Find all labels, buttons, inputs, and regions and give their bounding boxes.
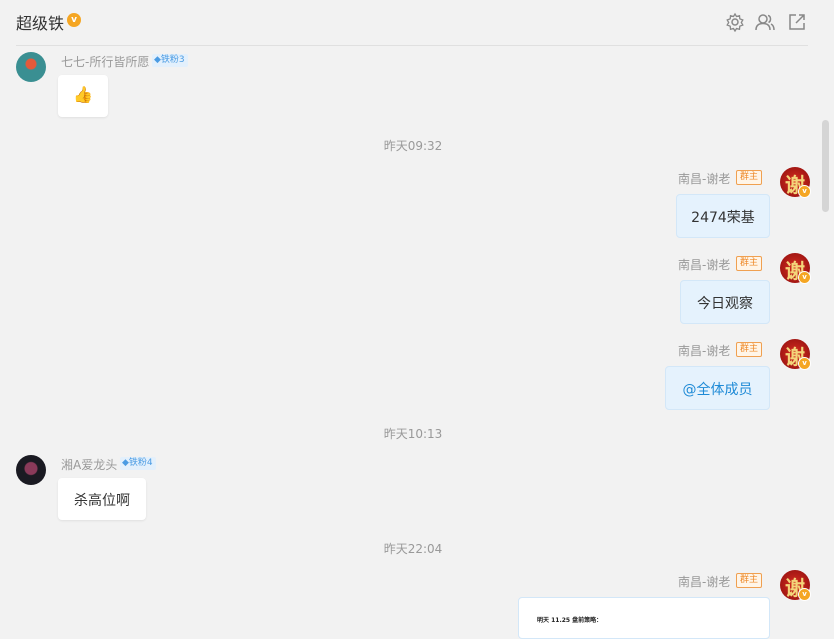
owner-tag: 群主 xyxy=(736,573,762,588)
sender-name[interactable]: 七七-所行皆所愿 xyxy=(61,53,149,70)
fan-level-label: 铁粉4 xyxy=(128,458,153,468)
message-bubble[interactable]: 今日观察 xyxy=(680,280,770,324)
owner-tag: 群主 xyxy=(736,256,762,271)
members-icon[interactable] xyxy=(754,12,776,32)
fan-level-label: 铁粉3 xyxy=(160,55,185,65)
image-caption: 明天 11.25 盘前策略： xyxy=(537,617,603,624)
timestamp: 昨天22:04 xyxy=(383,542,443,556)
diamond-icon: ◆ xyxy=(122,458,129,468)
verified-badge-icon: v xyxy=(798,185,811,198)
timestamp: 昨天09:32 xyxy=(383,139,443,153)
message-text: 今日观察 xyxy=(697,296,753,312)
sender-name[interactable]: 南昌-谢老 xyxy=(678,256,730,273)
header-divider xyxy=(16,45,808,46)
message-bubble[interactable]: 杀高位啊 xyxy=(58,478,146,520)
owner-tag: 群主 xyxy=(736,342,762,357)
diamond-icon: ◆ xyxy=(154,55,161,65)
message-bubble[interactable]: 👍 xyxy=(58,75,108,117)
fan-level-tag: ◆铁粉4 xyxy=(120,457,156,470)
timestamp: 昨天10:13 xyxy=(383,427,443,441)
message-text: 杀高位啊 xyxy=(74,493,130,509)
sender-name[interactable]: 湘A爱龙头 xyxy=(61,456,117,473)
fan-level-tag: ◆铁粉3 xyxy=(152,54,188,67)
sender-name[interactable]: 南昌-谢老 xyxy=(678,342,730,359)
message-bubble[interactable]: @全体成员 xyxy=(665,366,770,410)
chat-header: 超级铁 v xyxy=(0,0,834,46)
mention-all-link[interactable]: @全体成员 xyxy=(666,379,769,399)
message-bubble[interactable]: 2474荣基 xyxy=(676,194,770,238)
verified-badge-icon: v xyxy=(798,271,811,284)
verified-badge-icon: v xyxy=(798,588,811,601)
avatar[interactable] xyxy=(16,52,46,82)
image-message[interactable]: 明天 11.25 盘前策略： xyxy=(518,597,770,639)
owner-tag: 群主 xyxy=(736,170,762,185)
settings-icon[interactable] xyxy=(725,12,745,32)
thumbs-up-emoji: 👍 xyxy=(73,85,93,104)
sender-name[interactable]: 南昌-谢老 xyxy=(678,573,730,590)
verified-badge-icon: v xyxy=(798,357,811,370)
sender-name[interactable]: 南昌-谢老 xyxy=(678,170,730,187)
scrollbar[interactable] xyxy=(822,120,829,212)
message-text: 2474荣基 xyxy=(691,210,755,226)
group-title: 超级铁 xyxy=(16,14,65,33)
verified-badge-icon: v xyxy=(67,13,81,27)
avatar[interactable] xyxy=(16,455,46,485)
popout-icon[interactable] xyxy=(787,12,807,32)
